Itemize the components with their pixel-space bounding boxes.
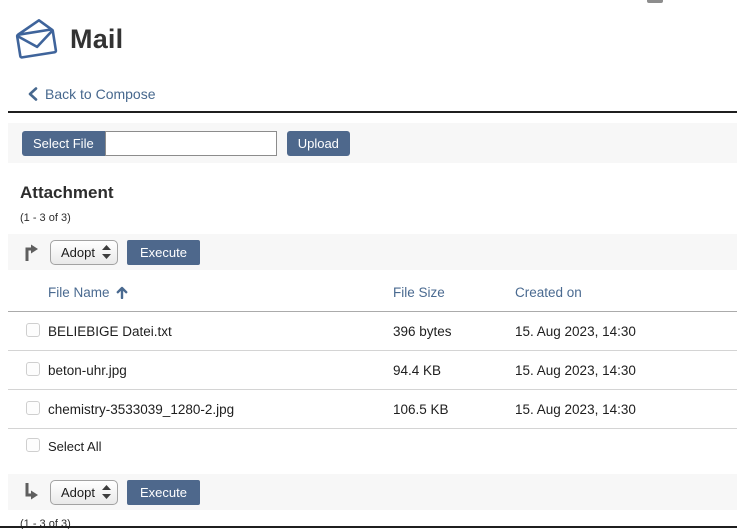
bulk-action-select-wrap: Adopt <box>50 240 118 265</box>
select-all-checkbox[interactable] <box>26 438 40 452</box>
sort-ascending-icon <box>116 286 128 299</box>
execute-button-top[interactable]: Execute <box>127 240 200 265</box>
file-name-input[interactable] <box>105 131 277 156</box>
table-row[interactable]: chemistry-3533039_1280-2.jpg 106.5 KB 15… <box>8 389 737 428</box>
table-header-row: File Name File Size Created on <box>8 274 737 311</box>
cell-created-on: 15. Aug 2023, 14:30 <box>515 324 737 339</box>
row-checkbox[interactable] <box>26 323 40 337</box>
cell-created-on: 15. Aug 2023, 14:30 <box>515 402 737 417</box>
cell-file-size: 396 bytes <box>393 324 515 339</box>
execute-button-bottom[interactable]: Execute <box>127 480 200 505</box>
select-file-button[interactable]: Select File <box>22 131 105 156</box>
select-all-label: Select All <box>48 439 393 454</box>
attachment-heading: Attachment <box>20 183 745 203</box>
mail-envelope-icon <box>12 16 60 62</box>
top-divider <box>8 111 737 113</box>
row-checkbox[interactable] <box>26 401 40 415</box>
cropped-icon-fragment <box>647 0 663 3</box>
arrow-down-right-icon <box>22 482 40 502</box>
table-row[interactable]: beton-uhr.jpg 94.4 KB 15. Aug 2023, 14:3… <box>8 350 737 389</box>
page-title: Mail <box>70 24 123 55</box>
back-row: Back to Compose <box>28 86 745 102</box>
column-header-file-size[interactable]: File Size <box>393 285 515 300</box>
bulk-action-select-wrap: Adopt <box>50 480 118 505</box>
table-row[interactable]: BELIEBIGE Datei.txt 396 bytes 15. Aug 20… <box>8 311 737 350</box>
bulk-action-select-top[interactable]: Adopt <box>50 240 118 265</box>
cell-file-name: chemistry-3533039_1280-2.jpg <box>48 402 393 417</box>
row-checkbox[interactable] <box>26 362 40 376</box>
masthead: Mail <box>12 16 745 62</box>
upload-button[interactable]: Upload <box>287 131 350 156</box>
bulk-action-bar-bottom: Adopt Execute <box>8 474 737 510</box>
cell-created-on: 15. Aug 2023, 14:30 <box>515 363 737 378</box>
bulk-action-select-bottom[interactable]: Adopt <box>50 480 118 505</box>
arrow-up-right-icon <box>22 242 40 262</box>
bottom-divider <box>0 526 737 528</box>
back-to-compose-link[interactable]: Back to Compose <box>45 86 156 102</box>
attachment-table: File Name File Size Created on BELIEBIGE… <box>8 274 737 464</box>
pagination-count-top: (1 - 3 of 3) <box>20 212 745 224</box>
upload-bar: Select File Upload <box>8 123 737 163</box>
select-all-row: Select All <box>8 428 737 464</box>
mail-attachment-page: Mail Back to Compose Select File Upload … <box>0 0 745 529</box>
bulk-action-bar-top: Adopt Execute <box>8 234 737 270</box>
chevron-left-icon <box>28 87 38 101</box>
cell-file-name: beton-uhr.jpg <box>48 363 393 378</box>
column-header-file-name[interactable]: File Name <box>48 285 393 300</box>
column-header-created-on[interactable]: Created on <box>515 285 737 300</box>
cell-file-size: 94.4 KB <box>393 363 515 378</box>
cell-file-name: BELIEBIGE Datei.txt <box>48 324 393 339</box>
cell-file-size: 106.5 KB <box>393 402 515 417</box>
